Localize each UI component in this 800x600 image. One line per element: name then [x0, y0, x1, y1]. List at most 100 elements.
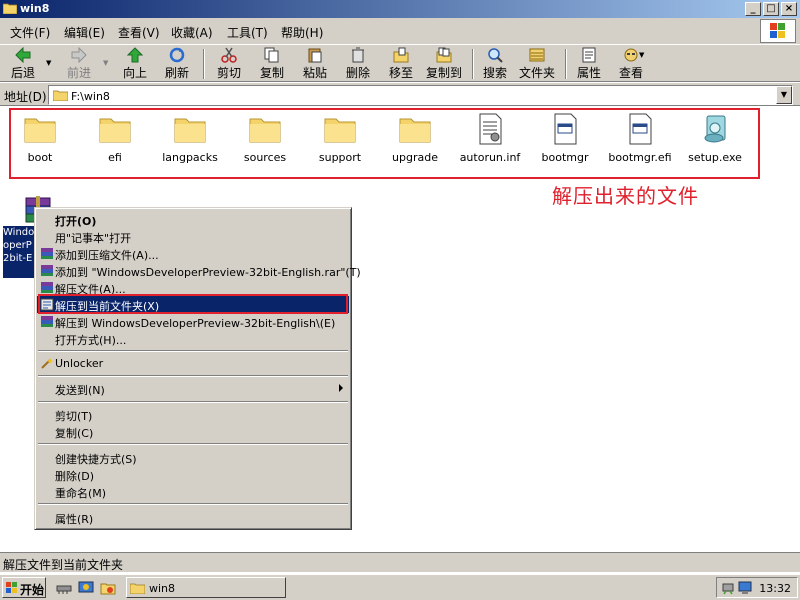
delete-icon	[352, 47, 364, 63]
menu-help[interactable]: 帮助(H)	[281, 24, 323, 41]
folder-icon	[24, 118, 56, 143]
menu-view[interactable]: 查看(V)	[118, 24, 160, 41]
menu-item-unlocker[interactable]: Unlocker	[37, 355, 349, 372]
up-button[interactable]: 向上	[118, 47, 152, 81]
file-item[interactable]: efi	[75, 112, 155, 164]
menu-item-open-with[interactable]: 打开方式(H)...	[37, 330, 349, 347]
folder-icon	[324, 118, 356, 143]
menu-separator	[38, 503, 348, 505]
menu-item-properties[interactable]: 属性(R)	[37, 509, 349, 526]
unlocker-wand-icon	[41, 358, 53, 369]
file-item[interactable]: bootmgr	[525, 112, 605, 164]
file-item[interactable]: autorun.inf	[450, 112, 530, 164]
system-file-icon	[554, 113, 577, 145]
menu-item-open[interactable]: 打开(O)	[37, 211, 349, 228]
menu-item-add-rar[interactable]: 添加到 "WindowsDeveloperPreview-32bit-Engli…	[37, 262, 361, 279]
copy-button[interactable]: 复制	[255, 47, 289, 81]
menu-item-add-archive[interactable]: 添加到压缩文件(A)...	[37, 245, 349, 262]
menu-item-send-to[interactable]: 发送到(N)	[37, 380, 349, 397]
clock: 13:32	[759, 582, 791, 595]
file-item[interactable]: upgrade	[375, 112, 455, 164]
windows-logo-icon	[760, 19, 796, 43]
back-button[interactable]: 后退	[6, 47, 40, 81]
forward-dropdown-icon[interactable]: ▼	[103, 59, 108, 67]
cut-button[interactable]: 剪切	[212, 47, 246, 81]
network-icon[interactable]	[738, 581, 752, 595]
system-file-icon	[629, 113, 652, 145]
refresh-icon	[169, 47, 185, 63]
menu-separator	[38, 401, 348, 403]
taskbar-button-win8[interactable]: win8	[126, 577, 286, 598]
close-button[interactable]: ×	[781, 2, 797, 16]
forward-button[interactable]: 前进	[62, 47, 96, 81]
menu-item-cut[interactable]: 剪切(T)	[37, 406, 349, 423]
winrar-icon	[41, 265, 53, 276]
file-item[interactable]: sources	[225, 112, 305, 164]
menu-item-open-notepad[interactable]: 用"记事本"打开	[37, 228, 349, 245]
maximize-button[interactable]: □	[763, 2, 779, 16]
system-tray: 13:32	[716, 577, 798, 598]
move-to-button[interactable]: 移至	[384, 47, 418, 81]
menu-separator	[38, 443, 348, 445]
folder-icon	[130, 583, 145, 594]
desktop-icon[interactable]	[78, 580, 94, 596]
copy-to-button[interactable]: 复制到	[424, 47, 464, 81]
address-bar: 地址(D) F:\win8 ▼	[0, 82, 800, 106]
address-value: F:\win8	[71, 90, 110, 103]
file-item[interactable]: boot	[0, 112, 80, 164]
winrar-icon	[41, 248, 53, 259]
usb-device-icon[interactable]	[721, 581, 735, 595]
minimize-button[interactable]: _	[745, 2, 761, 16]
menu-item-copy[interactable]: 复制(C)	[37, 423, 349, 440]
windows-flag-icon	[6, 582, 17, 593]
status-bar: 解压文件到当前文件夹	[0, 552, 800, 572]
menu-bar: 文件(F) 编辑(E) 查看(V) 收藏(A) 工具(T) 帮助(H)	[0, 18, 800, 44]
menu-item-create-shortcut[interactable]: 创建快捷方式(S)	[37, 449, 349, 466]
search-icon	[488, 48, 503, 63]
folder-icon	[3, 3, 17, 14]
back-arrow-icon	[15, 47, 31, 63]
folders-button[interactable]: 文件夹	[517, 47, 557, 81]
menu-file[interactable]: 文件(F)	[10, 24, 50, 41]
file-item[interactable]: support	[300, 112, 380, 164]
forward-arrow-icon	[71, 47, 87, 63]
start-button[interactable]: 开始	[2, 577, 46, 598]
taskbar: 开始 win8 13:32	[0, 574, 800, 600]
copy-to-icon	[436, 47, 452, 63]
toolbar-separator	[565, 49, 567, 79]
delete-button[interactable]: 删除	[341, 47, 375, 81]
submenu-arrow-icon	[339, 384, 343, 392]
refresh-button[interactable]: 刷新	[160, 47, 194, 81]
menu-item-rename[interactable]: 重命名(M)	[37, 483, 349, 500]
views-dropdown-icon[interactable]: ▼	[639, 51, 644, 59]
properties-icon	[582, 47, 596, 63]
menu-separator	[38, 350, 348, 352]
properties-button[interactable]: 属性	[572, 47, 606, 81]
title-bar[interactable]: win8 _ □ ×	[0, 0, 800, 18]
file-item[interactable]: setup.exe	[675, 112, 755, 164]
back-dropdown-icon[interactable]: ▼	[46, 59, 51, 67]
paste-icon	[308, 48, 322, 63]
toolbar-separator	[472, 49, 474, 79]
menu-favorites[interactable]: 收藏(A)	[171, 24, 213, 41]
menu-edit[interactable]: 编辑(E)	[64, 24, 105, 41]
file-item[interactable]: langpacks	[150, 112, 230, 164]
move-to-icon	[393, 47, 409, 63]
folder-icon	[99, 118, 131, 143]
hardware-icon[interactable]	[56, 580, 72, 596]
paste-button[interactable]: 粘贴	[298, 47, 332, 81]
file-item[interactable]: bootmgr.efi	[600, 112, 680, 164]
address-dropdown-button[interactable]: ▼	[776, 86, 792, 104]
window-title: win8	[20, 2, 50, 15]
menu-tools[interactable]: 工具(T)	[227, 24, 268, 41]
scissors-icon	[221, 47, 237, 63]
explorer-icon[interactable]	[100, 580, 116, 596]
settings-file-icon	[479, 113, 502, 145]
address-label: 地址(D)	[4, 90, 47, 104]
menu-item-delete[interactable]: 删除(D)	[37, 466, 349, 483]
menu-item-extract-to[interactable]: 解压到 WindowsDeveloperPreview-32bit-Englis…	[37, 313, 349, 330]
search-button[interactable]: 搜索	[480, 47, 510, 81]
folder-icon	[174, 118, 206, 143]
address-field[interactable]: F:\win8 ▼	[48, 85, 793, 105]
annotation-highlight-box	[38, 294, 348, 314]
